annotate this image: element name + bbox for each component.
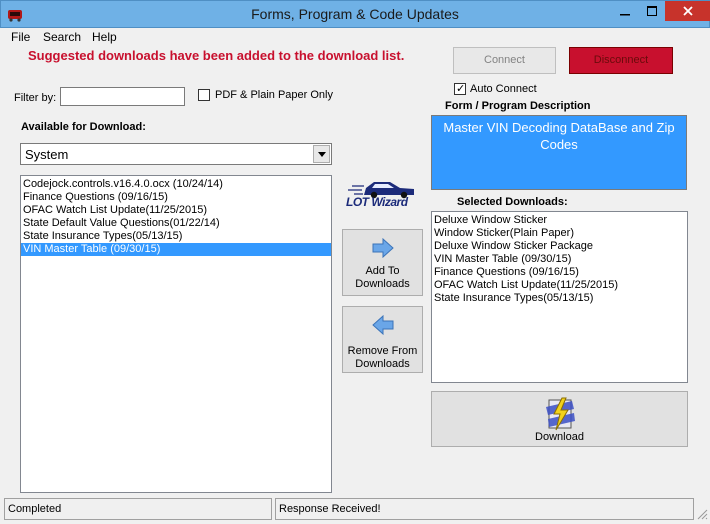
close-button[interactable] — [665, 1, 710, 21]
list-item[interactable]: Deluxe Window Sticker Package — [432, 240, 687, 253]
arrow-right-icon — [372, 238, 394, 258]
filter-input[interactable] — [60, 87, 185, 106]
status-left: Completed — [4, 498, 272, 520]
selected-downloads-list[interactable]: Deluxe Window Sticker Window Sticker(Pla… — [431, 211, 688, 383]
auto-connect-label: Auto Connect — [470, 83, 537, 95]
download-button[interactable]: Download — [431, 391, 688, 447]
remove-label-line1: Remove From — [347, 345, 418, 357]
list-item[interactable]: State Default Value Questions(01/22/14) — [21, 217, 331, 230]
filter-label: Filter by: — [14, 92, 57, 104]
remove-from-downloads-button[interactable]: Remove From Downloads — [342, 306, 423, 373]
pdf-only-label: PDF & Plain Paper Only — [215, 89, 333, 101]
title-bar[interactable]: Forms, Program & Code Updates — [0, 0, 710, 28]
add-label-line2: Downloads — [355, 278, 410, 290]
status-right: Response Received! — [275, 498, 694, 520]
description-box: Master VIN Decoding DataBase and Zip Cod… — [431, 115, 687, 190]
remove-label-line2: Downloads — [355, 358, 410, 370]
list-item[interactable]: Codejock.controls.v16.4.0.ocx (10/24/14) — [21, 178, 331, 191]
maximize-icon — [647, 6, 657, 16]
list-item-selected[interactable]: VIN Master Table (09/30/15) — [21, 243, 331, 256]
available-downloads-list[interactable]: Codejock.controls.v16.4.0.ocx (10/24/14)… — [20, 175, 332, 493]
list-item[interactable]: OFAC Watch List Update(11/25/2015) — [21, 204, 331, 217]
disconnect-button[interactable]: Disconnect — [569, 47, 673, 74]
description-label: Form / Program Description — [445, 100, 591, 112]
lightning-download-icon — [546, 397, 575, 431]
connect-button[interactable]: Connect — [453, 47, 556, 74]
list-item[interactable]: Finance Questions (09/16/15) — [21, 191, 331, 204]
minimize-button[interactable] — [611, 1, 639, 21]
available-label: Available for Download: — [21, 121, 146, 133]
system-select[interactable]: System — [20, 143, 332, 165]
logo-text: LOT Wizard — [346, 195, 408, 209]
selected-downloads-label: Selected Downloads: — [457, 196, 568, 208]
dropdown-button[interactable] — [313, 145, 330, 163]
minimize-icon — [620, 14, 630, 16]
check-icon: ✓ — [456, 83, 466, 95]
arrow-left-icon — [372, 315, 394, 335]
download-label: Download — [535, 431, 584, 443]
maximize-button[interactable] — [639, 1, 665, 21]
list-item[interactable]: Deluxe Window Sticker — [432, 214, 687, 227]
menu-file[interactable]: File — [11, 30, 30, 44]
auto-connect-checkbox[interactable]: ✓ — [454, 83, 466, 95]
suggested-downloads-banner: Suggested downloads have been added to t… — [28, 48, 405, 63]
pdf-only-checkbox[interactable] — [198, 89, 210, 101]
list-item[interactable]: State Insurance Types(05/13/15) — [21, 230, 331, 243]
list-item[interactable]: Finance Questions (09/16/15) — [432, 266, 687, 279]
list-item[interactable]: State Insurance Types(05/13/15) — [432, 292, 687, 305]
add-label-line1: Add To — [365, 265, 400, 277]
menu-help[interactable]: Help — [92, 30, 117, 44]
menu-search[interactable]: Search — [43, 30, 81, 44]
system-select-value: System — [25, 147, 69, 162]
close-icon — [682, 6, 693, 16]
list-item[interactable]: OFAC Watch List Update(11/25/2015) — [432, 279, 687, 292]
add-to-downloads-button[interactable]: Add To Downloads — [342, 229, 423, 296]
chevron-down-icon — [317, 152, 326, 157]
window-title: Forms, Program & Code Updates — [251, 6, 459, 22]
resize-grip-icon[interactable] — [696, 508, 708, 520]
menu-bar: File Search Help — [0, 28, 710, 46]
list-item[interactable]: VIN Master Table (09/30/15) — [432, 253, 687, 266]
list-item[interactable]: Window Sticker(Plain Paper) — [432, 227, 687, 240]
